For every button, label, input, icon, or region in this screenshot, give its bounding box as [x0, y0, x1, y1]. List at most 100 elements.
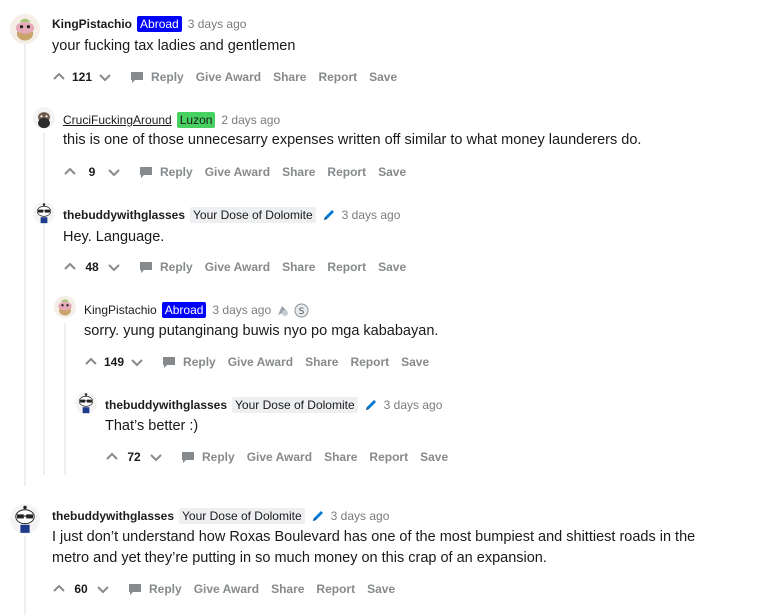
reply-icon	[130, 71, 144, 84]
upvote-arrow-icon[interactable]	[84, 355, 98, 369]
reply-button[interactable]: Reply	[162, 355, 216, 369]
comment-body-line: I just don’t understand how Roxas Boulev…	[52, 529, 696, 545]
avatar[interactable]	[10, 502, 40, 536]
thread-line[interactable]	[64, 323, 66, 475]
author-link[interactable]: KingPistachio	[84, 303, 157, 317]
comment-actions: 149 Reply Give Award Share Report Save	[84, 351, 429, 373]
reply-icon	[139, 261, 153, 274]
comment-actions: 60 Reply Give Award Share Report Save	[52, 578, 395, 600]
reply-button[interactable]: Reply	[181, 450, 235, 464]
report-button[interactable]: Report	[316, 582, 355, 596]
comment-meta: thebuddywithglasses Your Dose of Dolomit…	[52, 506, 389, 526]
downvote-arrow-icon[interactable]	[149, 450, 163, 464]
reply-label: Reply	[160, 165, 193, 179]
avatar[interactable]	[75, 390, 97, 416]
svg-text:S: S	[299, 307, 305, 317]
comment-body: Hey. Language.	[63, 229, 165, 245]
vote-controls: 9	[63, 165, 121, 179]
downvote-arrow-icon[interactable]	[98, 70, 112, 84]
upvote-arrow-icon[interactable]	[105, 450, 119, 464]
pencil-icon	[364, 398, 378, 412]
give-award-button[interactable]: Give Award	[247, 450, 312, 464]
downvote-arrow-icon[interactable]	[96, 582, 110, 596]
user-flair: Your Dose of Dolomite	[232, 397, 358, 413]
timestamp[interactable]: 3 days ago	[342, 208, 401, 222]
comment-actions: 48 Reply Give Award Share Report Save	[63, 256, 406, 278]
comment-meta: KingPistachio Abroad 3 days ago S	[84, 300, 309, 320]
upvote-arrow-icon[interactable]	[63, 260, 77, 274]
author-link[interactable]: thebuddywithglasses	[63, 208, 185, 222]
share-button[interactable]: Share	[324, 450, 357, 464]
timestamp[interactable]: 3 days ago	[331, 509, 390, 523]
comment-body: your fucking tax ladies and gentlemen	[52, 38, 296, 54]
downvote-arrow-icon[interactable]	[107, 260, 121, 274]
reply-label: Reply	[183, 355, 216, 369]
vote-score: 60	[74, 582, 88, 596]
avatar[interactable]	[33, 106, 55, 130]
report-button[interactable]: Report	[327, 165, 366, 179]
timestamp[interactable]: 3 days ago	[212, 303, 271, 317]
give-award-button[interactable]: Give Award	[194, 582, 259, 596]
share-button[interactable]: Share	[273, 70, 306, 84]
vote-controls: 60	[52, 582, 110, 596]
upvote-arrow-icon[interactable]	[63, 165, 77, 179]
report-button[interactable]: Report	[350, 355, 389, 369]
thread-line[interactable]	[24, 536, 26, 615]
vote-controls: 48	[63, 260, 121, 274]
reply-icon	[162, 356, 176, 369]
share-button[interactable]: Share	[282, 165, 315, 179]
share-button[interactable]: Share	[271, 582, 304, 596]
give-award-button[interactable]: Give Award	[205, 260, 270, 274]
comment-body: That’s better :)	[105, 418, 199, 434]
thread-line[interactable]	[43, 133, 45, 475]
upvote-arrow-icon[interactable]	[52, 582, 66, 596]
user-flair: Your Dose of Dolomite	[190, 207, 316, 223]
author-link[interactable]: thebuddywithglasses	[105, 398, 227, 412]
reply-button[interactable]: Reply	[130, 70, 184, 84]
save-button[interactable]: Save	[367, 582, 395, 596]
silver-award-icon[interactable]: S	[294, 303, 309, 318]
reply-button[interactable]: Reply	[128, 582, 182, 596]
reply-button[interactable]: Reply	[139, 165, 193, 179]
author-link[interactable]: thebuddywithglasses	[52, 509, 174, 523]
downvote-arrow-icon[interactable]	[130, 355, 144, 369]
user-flair: Abroad	[137, 16, 182, 32]
give-award-button[interactable]: Give Award	[196, 70, 261, 84]
pencil-icon	[311, 509, 325, 523]
author-link[interactable]: CruciFuckingAround	[63, 113, 172, 127]
comment-body: sorry. yung putanginang buwis nyo po mga…	[84, 323, 439, 339]
reply-icon	[128, 583, 142, 596]
author-link[interactable]: KingPistachio	[52, 17, 132, 31]
timestamp[interactable]: 3 days ago	[188, 17, 247, 31]
save-button[interactable]: Save	[378, 165, 406, 179]
award-icon[interactable]	[275, 303, 290, 318]
share-button[interactable]: Share	[282, 260, 315, 274]
report-button[interactable]: Report	[318, 70, 357, 84]
reply-button[interactable]: Reply	[139, 260, 193, 274]
avatar[interactable]	[10, 13, 40, 45]
comment-actions: 72 Reply Give Award Share Report Save	[105, 446, 448, 468]
vote-score: 149	[104, 355, 125, 369]
timestamp[interactable]: 3 days ago	[384, 398, 443, 412]
upvote-arrow-icon[interactable]	[52, 70, 66, 84]
give-award-button[interactable]: Give Award	[205, 165, 270, 179]
reply-icon	[181, 451, 195, 464]
save-button[interactable]: Save	[378, 260, 406, 274]
timestamp[interactable]: 2 days ago	[221, 113, 280, 127]
save-button[interactable]: Save	[401, 355, 429, 369]
comment-meta: thebuddywithglasses Your Dose of Dolomit…	[105, 395, 442, 415]
downvote-arrow-icon[interactable]	[107, 165, 121, 179]
report-button[interactable]: Report	[369, 450, 408, 464]
thread-line[interactable]	[24, 44, 26, 486]
avatar[interactable]	[33, 200, 55, 226]
save-button[interactable]: Save	[369, 70, 397, 84]
user-flair: Your Dose of Dolomite	[179, 508, 305, 524]
report-button[interactable]: Report	[327, 260, 366, 274]
save-button[interactable]: Save	[420, 450, 448, 464]
comment-meta: CruciFuckingAround Luzon 2 days ago	[63, 110, 280, 130]
share-button[interactable]: Share	[305, 355, 338, 369]
comment-actions: 9 Reply Give Award Share Report Save	[63, 161, 406, 183]
give-award-button[interactable]: Give Award	[228, 355, 293, 369]
avatar[interactable]	[54, 295, 76, 319]
reply-icon	[139, 166, 153, 179]
